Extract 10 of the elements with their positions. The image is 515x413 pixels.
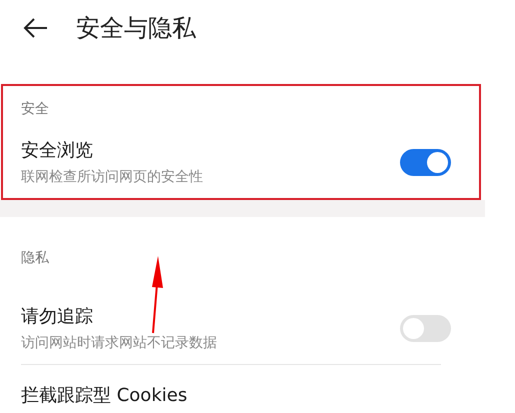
setting-title: 拦截跟踪型 Cookies	[21, 384, 188, 407]
setting-title: 请勿追踪	[21, 305, 94, 328]
setting-description: 访问网站时请求网站不记录数据	[21, 334, 217, 352]
toggle-switch[interactable]	[400, 314, 451, 342]
section-label: 隐私	[21, 249, 50, 267]
setting-title: 安全浏览	[21, 139, 94, 162]
page-title: 安全与隐私	[76, 13, 196, 44]
section-label: 安全	[21, 100, 50, 118]
setting-description: 联网检查所访问网页的安全性	[21, 168, 203, 186]
toggle-switch[interactable]	[400, 148, 451, 176]
